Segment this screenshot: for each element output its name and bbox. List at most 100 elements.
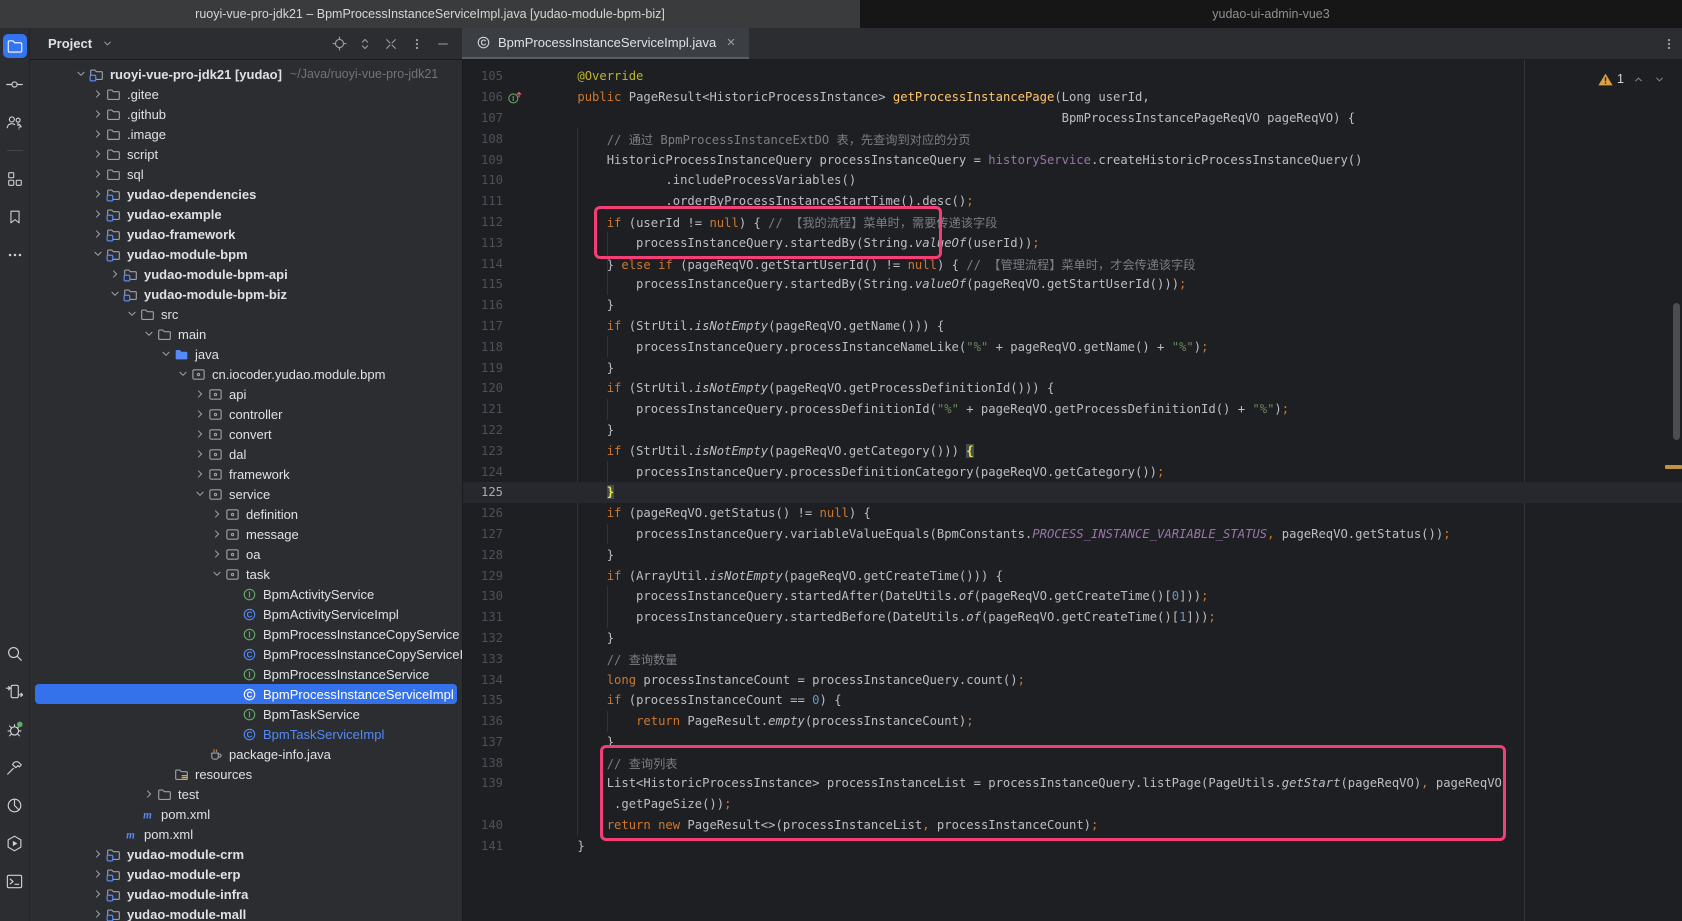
line-number[interactable]: 112 — [463, 215, 503, 229]
code-line-138[interactable]: 138 // 查询列表 — [463, 752, 1682, 773]
chevron-right-icon[interactable] — [91, 907, 106, 921]
code-line-136[interactable]: 136 return PageResult.empty(processInsta… — [463, 711, 1682, 732]
chevron-right-icon[interactable] — [210, 547, 225, 561]
chevron-right-icon[interactable] — [193, 407, 208, 421]
line-number[interactable]: 135 — [463, 693, 503, 707]
line-number[interactable]: 141 — [463, 839, 503, 853]
code-line-123[interactable]: 123 if (StrUtil.isNotEmpty(pageReqVO.get… — [463, 440, 1682, 461]
line-number[interactable]: 128 — [463, 548, 503, 562]
chevron-right-icon[interactable] — [193, 467, 208, 481]
chevron-right-icon[interactable] — [91, 187, 106, 201]
line-number[interactable]: 134 — [463, 673, 503, 687]
chevron-down-icon[interactable] — [74, 67, 89, 81]
code-line-112[interactable]: 112 if (userId != null) { // 【我的流程】菜单时，需… — [463, 212, 1682, 233]
code-line-129[interactable]: 129 if (ArrayUtil.isNotEmpty(pageReqVO.g… — [463, 565, 1682, 586]
line-number[interactable]: 129 — [463, 569, 503, 583]
tree-row-definition[interactable]: definition — [35, 504, 457, 524]
next-problem-icon[interactable] — [1653, 73, 1666, 86]
line-number[interactable]: 113 — [463, 236, 503, 250]
code-line-127[interactable]: 127 processInstanceQuery.variableValueEq… — [463, 524, 1682, 545]
tree-row-bpmtaskserviceimpl[interactable]: CBpmTaskServiceImpl — [35, 724, 457, 744]
code-line-109[interactable]: 109 HistoricProcessInstanceQuery process… — [463, 149, 1682, 170]
chevron-right-icon[interactable] — [108, 267, 123, 281]
line-number[interactable]: 125 — [463, 485, 503, 499]
chevron-down-icon[interactable] — [108, 287, 123, 301]
line-number[interactable]: 114 — [463, 257, 503, 271]
chevron-right-icon[interactable] — [91, 167, 106, 181]
code-line-117[interactable]: 117 if (StrUtil.isNotEmpty(pageReqVO.get… — [463, 316, 1682, 337]
tree-row-yudao-framework[interactable]: yudao-framework — [35, 224, 457, 244]
tree-row-bpmactivityserviceimpl[interactable]: CBpmActivityServiceImpl — [35, 604, 457, 624]
tree-row-script[interactable]: script — [35, 144, 457, 164]
tree-row-bpmtaskservice[interactable]: IBpmTaskService — [35, 704, 457, 724]
code-line-134[interactable]: 134 long processInstanceCount = processI… — [463, 669, 1682, 690]
code-line-119[interactable]: 119 } — [463, 357, 1682, 378]
line-number[interactable]: 121 — [463, 402, 503, 416]
code-line-108[interactable]: 108 // 通过 BpmProcessInstanceExtDO 表，先查询到… — [463, 128, 1682, 149]
tree-row-yudao-module-mall[interactable]: yudao-module-mall — [35, 904, 457, 921]
tab-bpmprocessinstanceserviceimpl-java[interactable]: C BpmProcessInstanceServiceImpl.java — [462, 28, 749, 59]
chevron-right-icon[interactable] — [91, 207, 106, 221]
tree-row-yudao-module-bpm-biz[interactable]: yudao-module-bpm-biz — [35, 284, 457, 304]
tree-row-yudao-module-erp[interactable]: yudao-module-erp — [35, 864, 457, 884]
tool-search[interactable] — [3, 641, 27, 665]
chevron-right-icon[interactable] — [91, 867, 106, 881]
warning-stripe-mark[interactable] — [1665, 465, 1682, 469]
tree-row-package-info-java[interactable]: package-info.java — [35, 744, 457, 764]
chevron-down-icon[interactable] — [125, 307, 140, 321]
code-line-111[interactable]: 111 .orderByProcessInstanceStartTime().d… — [463, 191, 1682, 212]
line-number[interactable]: 138 — [463, 756, 503, 770]
tool-pull-requests[interactable]: ? — [3, 110, 27, 134]
tree-row-java[interactable]: java — [35, 344, 457, 364]
tree-row-resources[interactable]: resources — [35, 764, 457, 784]
code-line-110[interactable]: 110 .includeProcessVariables() — [463, 170, 1682, 191]
tree-row-github[interactable]: .github — [35, 104, 457, 124]
line-number[interactable]: 111 — [463, 194, 503, 208]
tree-row-oa[interactable]: oa — [35, 544, 457, 564]
tool-project[interactable] — [3, 34, 27, 58]
chevron-down-icon[interactable] — [193, 487, 208, 501]
code-line-105[interactable]: 105 @Override — [463, 66, 1682, 87]
line-number[interactable]: 108 — [463, 132, 503, 146]
hide-icon[interactable] — [432, 33, 454, 55]
tool-build[interactable] — [3, 755, 27, 779]
code-line-122[interactable]: 122 } — [463, 420, 1682, 441]
tree-row-yudao-module-infra[interactable]: yudao-module-infra — [35, 884, 457, 904]
tree-row-ruoyi-vue-pro-jdk21-yudao[interactable]: ruoyi-vue-pro-jdk21 [yudao]~/Java/ruoyi-… — [35, 64, 457, 84]
tree-row-yudao-example[interactable]: yudao-example — [35, 204, 457, 224]
chevron-right-icon[interactable] — [193, 387, 208, 401]
line-number[interactable]: 122 — [463, 423, 503, 437]
chevron-down-icon[interactable] — [210, 567, 225, 581]
line-number[interactable]: 107 — [463, 111, 503, 125]
tool-debug[interactable] — [3, 717, 27, 741]
tree-row-bpmprocessinstanceservice[interactable]: IBpmProcessInstanceService — [35, 664, 457, 684]
line-number[interactable]: 123 — [463, 444, 503, 458]
code-line-133[interactable]: 133 // 查询数量 — [463, 648, 1682, 669]
chevron-right-icon[interactable] — [91, 87, 106, 101]
line-number[interactable]: 106 — [463, 90, 503, 104]
line-number[interactable]: 133 — [463, 652, 503, 666]
tree-row-main[interactable]: main — [35, 324, 457, 344]
previous-problem-icon[interactable] — [1632, 73, 1645, 86]
tab-close-icon[interactable] — [723, 35, 739, 51]
line-number[interactable]: 136 — [463, 714, 503, 728]
code-line-137[interactable]: 137 } — [463, 732, 1682, 753]
chevron-right-icon[interactable] — [91, 107, 106, 121]
code-line-115[interactable]: 115 processInstanceQuery.startedBy(Strin… — [463, 274, 1682, 295]
chevron-right-icon[interactable] — [210, 527, 225, 541]
chevron-right-icon[interactable] — [91, 847, 106, 861]
tool-services[interactable] — [3, 679, 27, 703]
tool-structure[interactable] — [3, 167, 27, 191]
tree-row-yudao-module-crm[interactable]: yudao-module-crm — [35, 844, 457, 864]
tree-row-yudao-module-bpm[interactable]: yudao-module-bpm — [35, 244, 457, 264]
back-window-titlebar[interactable]: yudao-ui-admin-vue3 — [860, 0, 1682, 28]
expand-collapse-icon[interactable] — [354, 33, 376, 55]
locate-icon[interactable] — [328, 33, 350, 55]
collapse-all-icon[interactable] — [380, 33, 402, 55]
line-number[interactable]: 119 — [463, 361, 503, 375]
tree-row-yudao-module-bpm-api[interactable]: yudao-module-bpm-api — [35, 264, 457, 284]
tab-bar-options-icon[interactable] — [1656, 28, 1682, 59]
tree-row-bpmactivityservice[interactable]: IBpmActivityService — [35, 584, 457, 604]
tool-terminal[interactable] — [3, 869, 27, 893]
chevron-right-icon[interactable] — [142, 787, 157, 801]
